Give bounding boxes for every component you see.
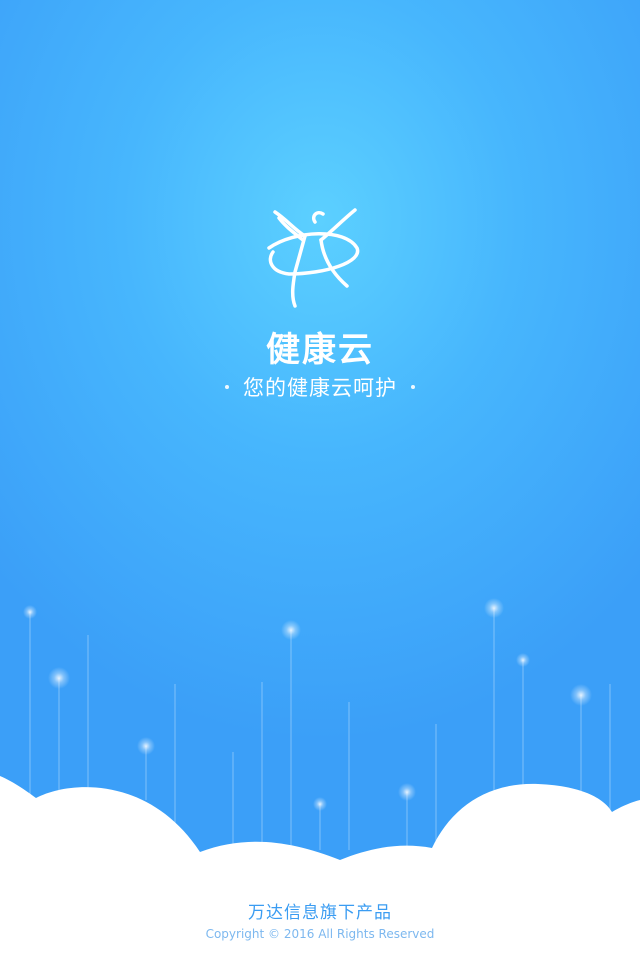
splash-screen: 健康云 您的健康云呵护 万达信息旗下产品 Copyright © 2016 Al… — [0, 0, 640, 960]
bullet-dot-icon — [411, 385, 415, 389]
tagline-row: 您的健康云呵护 — [0, 372, 640, 402]
footer-copyright: Copyright © 2016 All Rights Reserved — [205, 927, 435, 941]
dancing-figure-logo-icon — [267, 208, 360, 308]
footer-company: 万达信息旗下产品 — [248, 903, 392, 923]
app-tagline: 您的健康云呵护 — [243, 376, 397, 400]
app-name: 健康云 — [266, 330, 374, 370]
light-beams-decoration — [0, 598, 640, 960]
bullet-dot-icon — [225, 385, 229, 389]
